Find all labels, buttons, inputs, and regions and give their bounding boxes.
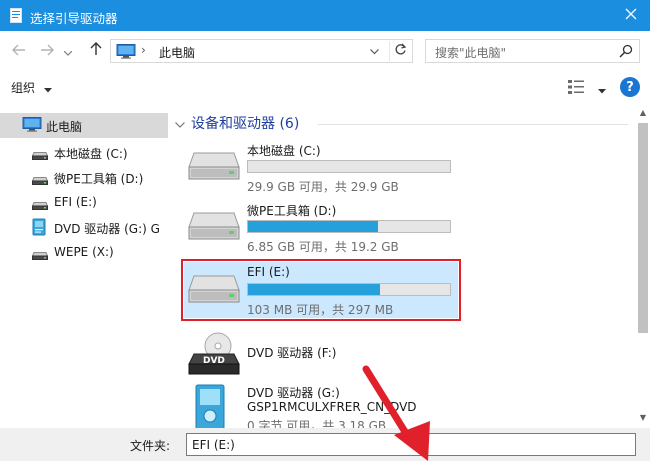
drive-capacity-text: 103 MB 可用，共 297 MB	[247, 303, 394, 317]
sidebar-item-label: 微PE工具箱 (D:)	[54, 172, 144, 186]
sidebar-item-label: 本地磁盘 (C:)	[54, 147, 128, 161]
caret-down-icon[interactable]	[44, 82, 52, 96]
window-title: 选择引导驱动器	[30, 11, 118, 26]
search-box[interactable]: 搜索"此电脑"	[425, 39, 640, 63]
drive-tile-d[interactable]: 微PE工具箱 (D:) 6.85 GB 可用，共 19.2 GB	[184, 199, 458, 255]
recent-dropdown-icon	[63, 42, 73, 60]
search-icon[interactable]	[619, 44, 633, 61]
group-header-label: 设备和驱动器 (6)	[191, 116, 300, 132]
search-placeholder[interactable]: 搜索"此电脑"	[435, 44, 506, 61]
scroll-down-arrow[interactable]: ▼	[636, 410, 650, 424]
view-options-icon[interactable]	[567, 79, 585, 98]
hard-drive-icon	[188, 211, 240, 244]
chevron-down-icon	[175, 116, 185, 132]
sidebar-item-efi-e[interactable]: EFI (E:)	[0, 190, 168, 215]
navigation-pane: 此电脑 本地磁盘 (C:) 微PE工具箱 (D:) EFI (E:) DVD 驱	[0, 103, 168, 428]
sidebar-item-label: 此电脑	[46, 120, 83, 134]
back-arrow-icon	[12, 42, 26, 60]
capacity-bar	[247, 160, 451, 173]
help-button[interactable]: ?	[620, 77, 640, 97]
folder-name-input[interactable]	[186, 433, 636, 456]
drive-capacity-text: 0 字节 可用，共 3.18 GB	[247, 419, 387, 428]
forward-button[interactable]	[36, 40, 58, 62]
hard-drive-icon	[188, 151, 240, 184]
capacity-bar	[247, 283, 451, 296]
drive-capacity-text: 6.85 GB 可用，共 19.2 GB	[247, 240, 399, 254]
computer-icon	[116, 44, 136, 62]
capacity-bar	[247, 220, 451, 233]
sidebar-item-this-pc[interactable]: 此电脑	[0, 113, 168, 138]
sidebar-item-dvd-g[interactable]: DVD 驱动器 (G:) G	[0, 215, 168, 240]
file-list-pane: 设备和驱动器 (6) 本地磁盘 (C:) 29.9 GB 可用，共 29.9 G…	[170, 103, 635, 428]
close-icon	[625, 8, 637, 23]
file-dialog-window: 选择引导驱动器 › 此电脑 搜索"此电脑" 组织 ? 此电脑 本地磁盘 (C:)…	[0, 0, 650, 461]
refresh-icon	[394, 43, 407, 59]
command-bar: 组织 ?	[0, 71, 650, 103]
sidebar-item-label: DVD 驱动器 (G:) G	[54, 222, 160, 236]
capacity-bar-fill	[248, 284, 380, 295]
group-divider	[318, 124, 628, 125]
scroll-thumb[interactable]	[638, 123, 648, 333]
caret-down-icon[interactable]	[598, 83, 606, 97]
help-icon: ?	[626, 79, 634, 95]
title-bar: 选择引导驱动器	[0, 0, 650, 31]
drive-tile-e[interactable]: EFI (E:) 103 MB 可用，共 297 MB	[181, 259, 461, 321]
capacity-bar-fill	[248, 221, 378, 232]
vertical-scrollbar[interactable]: ▲ ▼	[636, 103, 650, 428]
folder-label: 文件夹:	[130, 439, 171, 453]
drive-name: EFI (E:)	[247, 265, 290, 279]
dvd-installer-icon	[194, 383, 228, 428]
document-icon	[10, 8, 22, 23]
address-dropdown-button[interactable]	[366, 43, 382, 59]
drive-tile-c[interactable]: 本地磁盘 (C:) 29.9 GB 可用，共 29.9 GB	[184, 139, 458, 195]
hard-drive-icon	[188, 274, 240, 307]
sidebar-item-pe-toolbox-d[interactable]: 微PE工具箱 (D:)	[0, 165, 168, 190]
recent-locations-button[interactable]	[60, 40, 76, 62]
drive-tile-dvd-g[interactable]: DVD 驱动器 (G:) GSP1RMCULXFRER_CN_DVD 0 字节 …	[184, 381, 458, 428]
sidebar-item-label: EFI (E:)	[54, 195, 97, 209]
breadcrumb-separator[interactable]: ›	[141, 43, 146, 57]
drive-icon	[31, 174, 49, 188]
dvd-drive-icon: DVD	[188, 332, 240, 379]
drive-capacity-text: 29.9 GB 可用，共 29.9 GB	[247, 180, 399, 194]
svg-text:DVD: DVD	[203, 356, 225, 366]
forward-arrow-icon	[40, 42, 54, 60]
drive-name: 本地磁盘 (C:)	[247, 144, 321, 158]
up-button[interactable]	[85, 40, 107, 62]
drive-name: DVD 驱动器 (G:)	[247, 386, 340, 400]
filename-bar: 文件夹:	[0, 428, 650, 461]
computer-icon	[22, 117, 42, 135]
drive-icon	[31, 149, 49, 163]
drive-tile-dvd-f[interactable]: DVD DVD 驱动器 (F:)	[184, 328, 458, 384]
drive-volume-label: GSP1RMCULXFRER_CN_DVD	[247, 400, 417, 414]
drive-name: DVD 驱动器 (F:)	[247, 346, 337, 360]
chevron-down-icon	[369, 44, 379, 58]
drive-icon	[31, 249, 49, 263]
dvd-installer-icon	[31, 218, 47, 239]
back-button[interactable]	[8, 40, 30, 62]
drive-name: 微PE工具箱 (D:)	[247, 204, 337, 218]
group-header-devices[interactable]: 设备和驱动器 (6)	[175, 113, 299, 133]
address-bar[interactable]: › 此电脑	[110, 39, 413, 63]
navigation-bar: › 此电脑 搜索"此电脑"	[0, 31, 650, 71]
close-button[interactable]	[612, 0, 650, 31]
sidebar-item-label: WEPE (X:)	[54, 245, 114, 259]
sidebar-item-local-disk-c[interactable]: 本地磁盘 (C:)	[0, 140, 168, 165]
breadcrumb-this-pc[interactable]: 此电脑	[159, 44, 195, 61]
up-arrow-icon	[90, 42, 102, 60]
refresh-button[interactable]	[389, 41, 411, 61]
scroll-up-arrow[interactable]: ▲	[636, 105, 650, 119]
organize-menu[interactable]: 组织	[11, 79, 35, 96]
drive-icon	[31, 199, 49, 213]
sidebar-item-wepe-x[interactable]: WEPE (X:)	[0, 240, 168, 265]
